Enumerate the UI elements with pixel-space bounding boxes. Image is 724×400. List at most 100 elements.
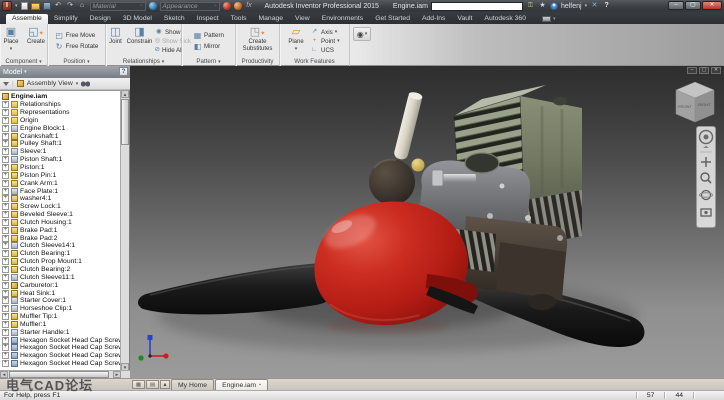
scroll-up-icon[interactable]: ▲ bbox=[121, 90, 129, 98]
filter-icon[interactable] bbox=[3, 82, 9, 86]
tree-expander-icon[interactable]: + bbox=[2, 290, 9, 297]
panel-label-position[interactable]: Position ▾ bbox=[48, 57, 105, 66]
ribbon-tab-design[interactable]: Design bbox=[84, 14, 117, 24]
tree-expander-icon[interactable]: + bbox=[2, 125, 9, 132]
place-button[interactable]: ▣ Place ▾ bbox=[0, 25, 23, 57]
tree-expander-icon[interactable]: + bbox=[2, 180, 9, 187]
orbit-icon[interactable] bbox=[700, 191, 713, 200]
user-avatar-icon[interactable] bbox=[550, 2, 558, 10]
tree-expander-icon[interactable]: + bbox=[2, 258, 9, 265]
ribbon-tab-vault[interactable]: Vault bbox=[451, 14, 478, 24]
assembly-view-selector[interactable]: Assembly View bbox=[27, 80, 73, 87]
tree-expander-icon[interactable]: + bbox=[2, 297, 9, 304]
save-icon[interactable] bbox=[43, 2, 51, 10]
ribbon-tab-simplify[interactable]: Simplify bbox=[48, 14, 84, 24]
muffler[interactable] bbox=[369, 159, 415, 205]
tree-expander-icon[interactable]: + bbox=[2, 156, 9, 163]
parameters-fx-icon[interactable]: fx bbox=[245, 2, 254, 10]
tree-item[interactable]: +Hexagon Socket Head Cap Screw - Inch No… bbox=[0, 360, 121, 368]
tab-overflow-button[interactable]: ▲ bbox=[160, 380, 170, 389]
plane-button[interactable]: ▱ Plane ▾ bbox=[284, 25, 308, 57]
tree-expander-icon[interactable]: + bbox=[2, 195, 9, 202]
tree-item[interactable]: +Crankshaft:1 bbox=[0, 132, 121, 140]
search-binoculars-icon[interactable] bbox=[81, 81, 90, 87]
tree-item[interactable]: Engine.iam bbox=[0, 93, 121, 101]
tree-item[interactable]: +Brake Pad:1 bbox=[0, 226, 121, 234]
tree-expander-icon[interactable]: + bbox=[2, 305, 9, 312]
tree-item[interactable]: +Representations bbox=[0, 109, 121, 117]
panel-label-productivity[interactable]: Productivity bbox=[236, 57, 279, 66]
tree-expander-icon[interactable]: + bbox=[2, 227, 9, 234]
material-combo[interactable]: Material ▾ bbox=[90, 2, 146, 11]
tree-expander-icon[interactable]: + bbox=[2, 188, 9, 195]
tree-item[interactable]: +Horseshoe Clip:1 bbox=[0, 305, 121, 313]
steering-wheel-icon[interactable] bbox=[700, 131, 713, 144]
assembly-view-arrow-icon[interactable]: ▾ bbox=[76, 81, 79, 87]
doc-close-button[interactable]: ✕ bbox=[711, 67, 721, 74]
new-file-icon[interactable] bbox=[21, 2, 28, 10]
show-sick-button[interactable]: ◎ Show Sick bbox=[154, 37, 182, 45]
sign-in-key-icon[interactable]: ⚿ bbox=[526, 2, 535, 10]
hide-all-button[interactable]: ⊘ Hide All bbox=[154, 46, 182, 54]
tab-close-icon[interactable]: ▪ bbox=[259, 382, 261, 388]
tree-item[interactable]: +Clutch Housing:1 bbox=[0, 219, 121, 227]
tree-item[interactable]: +Clutch Prop Mount:1 bbox=[0, 258, 121, 266]
tree-expander-icon[interactable]: + bbox=[2, 148, 9, 155]
tree-item[interactable]: +Hexagon Socket Head Cap Screw - Inch No… bbox=[0, 336, 121, 344]
ucs-button[interactable]: ∟ UCS bbox=[309, 46, 345, 54]
tree-item[interactable]: +Muffler Tip:1 bbox=[0, 313, 121, 321]
ribbon-tab-tools[interactable]: Tools bbox=[225, 14, 253, 24]
tree-expander-icon[interactable]: + bbox=[2, 266, 9, 273]
tree-item[interactable]: +Crank Arm:1 bbox=[0, 179, 121, 187]
tree-item[interactable]: +Pulley Shaft:1 bbox=[0, 140, 121, 148]
vertical-scroll-thumb[interactable] bbox=[121, 99, 129, 145]
pan-icon[interactable] bbox=[701, 157, 711, 167]
panel-label-work-features[interactable]: Work Features bbox=[280, 57, 349, 66]
tree-expander-icon[interactable]: + bbox=[2, 313, 9, 320]
tree-expander-icon[interactable]: + bbox=[2, 172, 9, 179]
tree-item[interactable]: +washer4:1 bbox=[0, 195, 121, 203]
imate-glyph-button[interactable]: ◉▾ bbox=[353, 27, 371, 41]
navbar-expand-icon[interactable] bbox=[703, 146, 709, 148]
tab-my-home[interactable]: My Home bbox=[171, 379, 214, 390]
appearance-library-icon[interactable] bbox=[149, 2, 157, 10]
tile-windows-button[interactable]: ▤ bbox=[146, 380, 159, 389]
mirror-button[interactable]: ◧ Mirror bbox=[192, 42, 225, 52]
camera-dropdown-icon[interactable]: ▾ bbox=[553, 16, 556, 22]
free-rotate-button[interactable]: ↻ Free Rotate bbox=[54, 42, 100, 52]
tree-item[interactable]: +Beveled Sleeve:1 bbox=[0, 211, 121, 219]
ribbon-tab-sketch[interactable]: Sketch bbox=[158, 14, 191, 24]
3d-scene[interactable] bbox=[130, 66, 724, 378]
view-cube[interactable]: FRONT RIGHT bbox=[673, 80, 717, 124]
create-button[interactable]: ◱✦ Create bbox=[24, 25, 48, 57]
tree-vertical-scrollbar[interactable]: ▲ ▼ bbox=[120, 90, 129, 371]
close-button[interactable]: ✕ bbox=[702, 1, 722, 10]
tree-expander-icon[interactable]: + bbox=[2, 360, 9, 367]
tree-expander-icon[interactable]: + bbox=[2, 101, 9, 108]
tree-expander-icon[interactable]: + bbox=[2, 235, 9, 242]
doc-restore-button[interactable]: ▢ bbox=[699, 67, 709, 74]
look-at-icon[interactable] bbox=[701, 209, 711, 216]
app-menu-dropdown-icon[interactable]: ▾ bbox=[15, 3, 18, 9]
tree-item[interactable]: +Muffler:1 bbox=[0, 320, 121, 328]
tree-item[interactable]: +Brake Pad:2 bbox=[0, 234, 121, 242]
tree-item[interactable]: +Clutch Sleeve14:1 bbox=[0, 242, 121, 250]
constrain-button[interactable]: ◨ Constrain bbox=[127, 25, 153, 57]
create-substitutes-button[interactable]: ◳✦ Create Substitutes bbox=[238, 25, 278, 57]
tree-item[interactable]: +Starter Handle:1 bbox=[0, 328, 121, 336]
arrange-windows-button[interactable]: ▦ bbox=[132, 380, 145, 389]
inventor-logo-icon[interactable]: I bbox=[2, 1, 12, 11]
ribbon-tab-add-ins[interactable]: Add-Ins bbox=[416, 14, 451, 24]
browser-header[interactable]: Model ▾ ? bbox=[0, 66, 130, 78]
pattern-button[interactable]: ▦ Pattern bbox=[192, 31, 225, 41]
3d-viewport[interactable]: – ▢ ✕ FRONT RIGHT bbox=[130, 66, 724, 378]
point-button[interactable]: + Point ▾ bbox=[309, 37, 345, 45]
ribbon-tab-environments[interactable]: Environments bbox=[316, 14, 370, 24]
tree-item[interactable]: +Piston:1 bbox=[0, 164, 121, 172]
tree-expander-icon[interactable]: + bbox=[2, 274, 9, 281]
tree-expander-icon[interactable]: + bbox=[2, 140, 9, 147]
show-button[interactable]: ◉ Show bbox=[154, 28, 182, 36]
tree-expander-icon[interactable]: + bbox=[2, 282, 9, 289]
camera-icon[interactable] bbox=[542, 16, 551, 22]
clear-override-icon[interactable] bbox=[234, 2, 242, 10]
